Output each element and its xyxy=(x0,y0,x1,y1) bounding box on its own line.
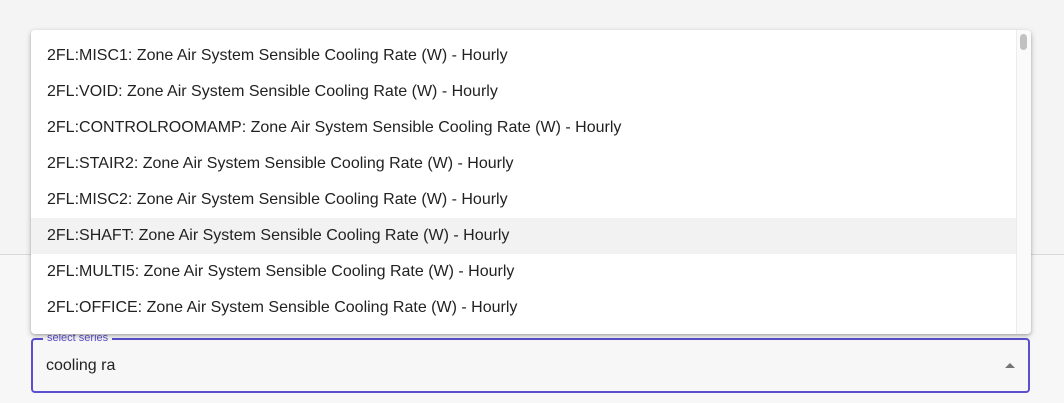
options-list: 2FL:MISC1: Zone Air System Sensible Cool… xyxy=(31,38,1016,326)
option-item-highlighted[interactable]: 2FL:SHAFT: Zone Air System Sensible Cool… xyxy=(31,218,1016,254)
option-item[interactable]: 2FL:VOID: Zone Air System Sensible Cooli… xyxy=(31,74,1016,110)
series-listbox: 2FL:MISC1: Zone Air System Sensible Cool… xyxy=(31,30,1031,334)
option-item[interactable]: 2FL:MULTI5: Zone Air System Sensible Coo… xyxy=(31,254,1016,290)
option-item[interactable]: 2FL:MISC2: Zone Air System Sensible Cool… xyxy=(31,182,1016,218)
scrollbar-thumb[interactable] xyxy=(1020,34,1027,50)
option-item[interactable]: 2FL:OFFICE: Zone Air System Sensible Coo… xyxy=(31,290,1016,326)
option-item[interactable]: 2FL:MISC1: Zone Air System Sensible Cool… xyxy=(31,38,1016,74)
page: select series 2FL:MISC1: Zone Air System… xyxy=(0,0,1064,403)
listbox-scrollbar[interactable] xyxy=(1016,30,1031,334)
series-search-input[interactable] xyxy=(46,354,986,378)
series-select[interactable]: select series xyxy=(31,331,1030,393)
option-item[interactable]: 2FL:CONTROLROOMAMP: Zone Air System Sens… xyxy=(31,110,1016,146)
option-item[interactable]: 2FL:STAIR2: Zone Air System Sensible Coo… xyxy=(31,146,1016,182)
triangle-up-icon[interactable] xyxy=(1005,363,1015,368)
